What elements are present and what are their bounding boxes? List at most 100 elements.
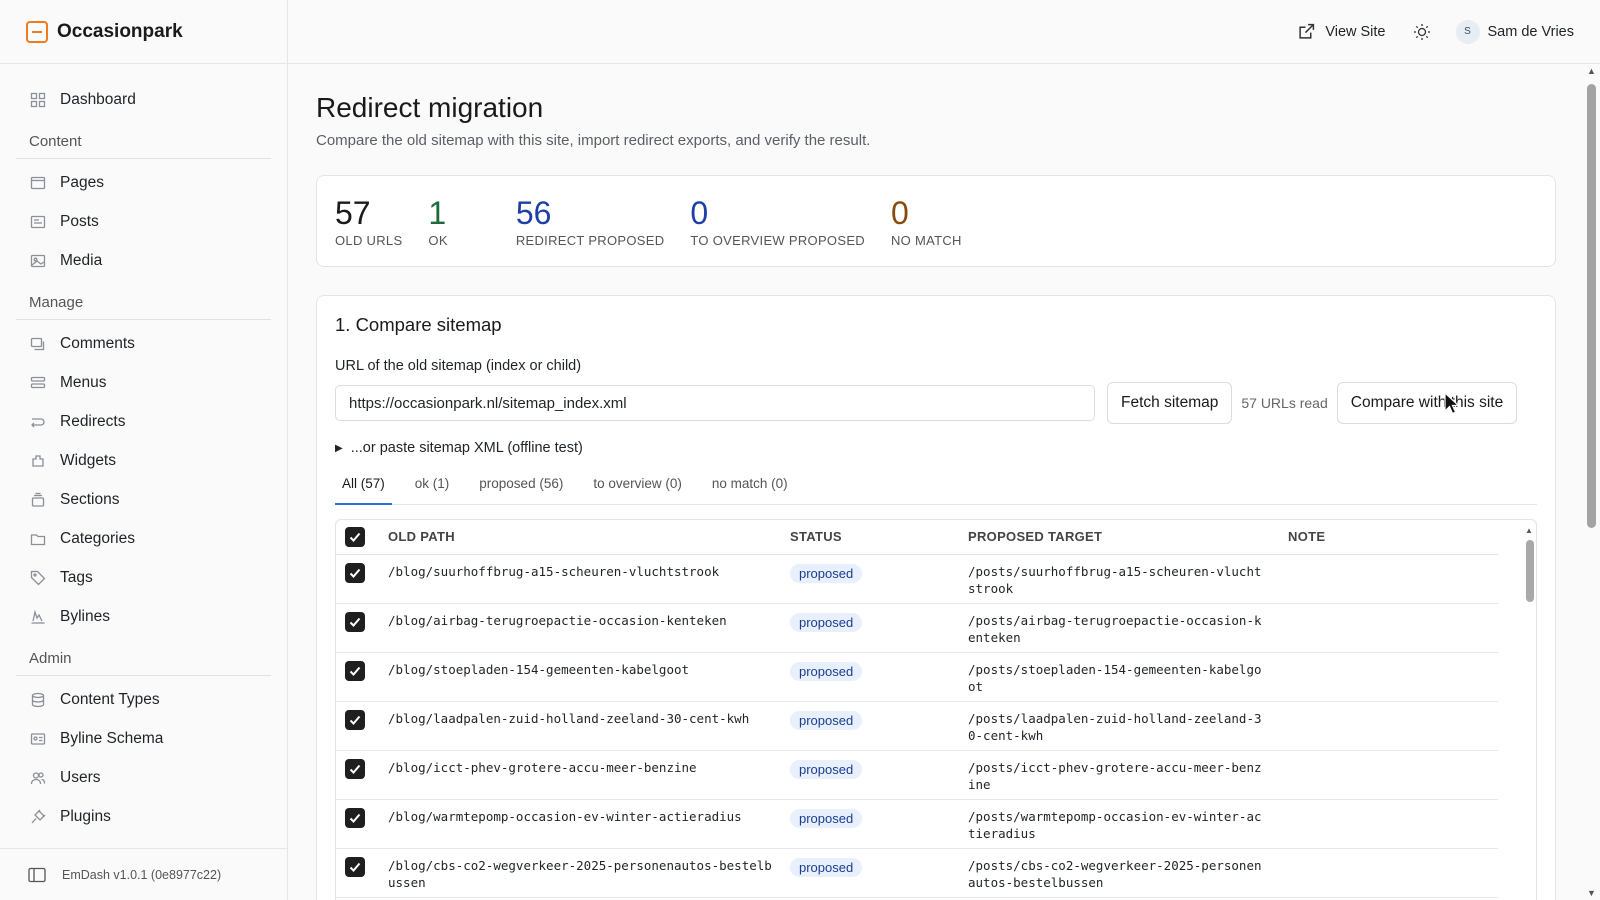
column-header-status[interactable]: STATUS	[790, 520, 968, 555]
stat-no-match: 0 NO MATCH	[891, 195, 962, 248]
page-scrollbar-thumb[interactable]	[1587, 84, 1596, 528]
table-row: /blog/warmtepomp-occasion-ev-winter-acti…	[336, 799, 1498, 849]
tab-proposed[interactable]: proposed (56)	[472, 476, 570, 505]
proposed-target: /posts/stoepladen-154-gemeenten-kabelgoo…	[968, 661, 1262, 694]
nav-section-manage: Manage	[16, 280, 271, 320]
note-cell	[1288, 799, 1498, 849]
select-all-checkbox[interactable]	[345, 526, 365, 547]
sidebar-item-bylines[interactable]: Bylines	[16, 597, 271, 636]
sidebar-item-comments[interactable]: Comments	[16, 324, 271, 363]
old-path: /blog/icct-phev-grotere-accu-meer-benzin…	[388, 759, 697, 775]
brand-name: Occasionpark	[57, 20, 183, 42]
sidebar-item-label: Comments	[60, 334, 135, 352]
row-checkbox[interactable]	[345, 709, 365, 730]
sidebar-item-label: Pages	[60, 173, 104, 191]
row-checkbox[interactable]	[345, 611, 365, 632]
tab-all[interactable]: All (57)	[335, 476, 392, 505]
scroll-up-arrow-icon[interactable]: ▲	[1525, 526, 1533, 535]
status-cell: proposed	[790, 554, 968, 604]
proposed-target: /posts/laadpalen-zuid-holland-zeeland-30…	[968, 710, 1262, 743]
sidebar-item-plugins[interactable]: Plugins	[16, 797, 271, 836]
sidebar-item-categories[interactable]: Categories	[16, 519, 271, 558]
disclosure-triangle-icon: ▶	[335, 442, 343, 454]
old-path: /blog/stoepladen-154-gemeenten-kabelgoot	[388, 661, 690, 677]
sitemap-url-input[interactable]	[335, 385, 1095, 421]
target-cell: /posts/airbag-terugroepactie-occasion-ke…	[968, 603, 1288, 653]
pages-icon	[30, 175, 46, 191]
old-path: /blog/suurhoffbrug-a15-scheuren-vluchtst…	[388, 563, 720, 579]
tab-no-match[interactable]: no match (0)	[705, 476, 795, 505]
column-header-proposed-target[interactable]: PROPOSED TARGET	[968, 520, 1288, 555]
row-select-cell	[336, 848, 388, 898]
table-scrollbar-thumb[interactable]	[1526, 540, 1534, 602]
sidebar-item-pages[interactable]: Pages	[16, 163, 271, 202]
sidebar-item-label: Bylines	[60, 607, 110, 625]
checkmark-icon	[349, 813, 361, 823]
checkmark-icon	[349, 862, 361, 872]
sidebar-item-widgets[interactable]: Widgets	[16, 441, 271, 480]
tab-ok[interactable]: ok (1)	[408, 476, 457, 505]
checkmark-icon	[349, 532, 361, 542]
categories-icon	[30, 531, 46, 547]
note-cell	[1288, 554, 1498, 604]
sidebar-item-dashboard[interactable]: Dashboard	[16, 80, 271, 119]
table-scrollbar[interactable]: ▲	[1524, 526, 1534, 900]
row-checkbox[interactable]	[345, 807, 365, 828]
scroll-down-arrow-icon[interactable]: ▼	[1587, 888, 1596, 898]
row-checkbox[interactable]	[345, 660, 365, 681]
target-cell: /posts/icct-phev-grotere-accu-meer-benzi…	[968, 750, 1288, 800]
sidebar-item-users[interactable]: Users	[16, 758, 271, 797]
target-cell: /posts/laadpalen-zuid-holland-zeeland-30…	[968, 701, 1288, 751]
note-cell	[1288, 848, 1498, 898]
sidebar-toggle-icon[interactable]	[28, 867, 46, 883]
row-checkbox[interactable]	[345, 758, 365, 779]
sidebar-nav: Dashboard Content Pages Posts Media Mana…	[0, 64, 287, 836]
sidebar-item-label: Dashboard	[60, 90, 136, 108]
stat-ok: 1 OK	[428, 195, 447, 248]
sitemap-url-label: URL of the old sitemap (index or child)	[335, 358, 582, 374]
column-header-old-path[interactable]: OLD PATH	[388, 520, 790, 555]
user-name[interactable]: Sam de Vries	[1488, 24, 1575, 40]
status-badge: proposed	[790, 808, 863, 828]
results-table: OLD PATH STATUS PROPOSED TARGET NOTE /bl…	[335, 519, 1537, 900]
checkmark-icon	[349, 666, 361, 676]
sidebar-item-label: Posts	[60, 212, 99, 230]
sidebar-item-label: Users	[60, 768, 101, 786]
sidebar-item-posts[interactable]: Posts	[16, 202, 271, 241]
row-select-cell	[336, 603, 388, 653]
tab-to-overview[interactable]: to overview (0)	[586, 476, 689, 505]
sidebar-item-content-types[interactable]: Content Types	[16, 680, 271, 719]
old-path-cell: /blog/warmtepomp-occasion-ev-winter-acti…	[388, 799, 790, 849]
compare-button[interactable]: Compare with this site	[1336, 382, 1518, 424]
external-link-icon	[1299, 23, 1315, 39]
status-badge: proposed	[790, 857, 863, 877]
stat-label: TO OVERVIEW PROPOSED	[690, 232, 865, 248]
sidebar-item-media[interactable]: Media	[16, 241, 271, 280]
sidebar-item-redirects[interactable]: Redirects	[16, 402, 271, 441]
sidebar-item-sections[interactable]: Sections	[16, 480, 271, 519]
stat-value: 1	[428, 194, 447, 231]
proposed-target: /posts/cbs-co2-wegverkeer-2025-personena…	[968, 857, 1262, 890]
row-checkbox[interactable]	[345, 856, 365, 877]
menus-icon	[30, 375, 46, 391]
stat-old-urls: 57 OLD URLS	[335, 195, 402, 248]
column-header-note[interactable]: NOTE	[1288, 520, 1498, 555]
fetch-sitemap-button[interactable]: Fetch sitemap	[1107, 382, 1233, 424]
sidebar-item-byline-schema[interactable]: Byline Schema	[16, 719, 271, 758]
avatar[interactable]: S	[1455, 19, 1480, 44]
view-site-link[interactable]: View Site	[1298, 23, 1386, 40]
target-cell: /posts/suurhoffbrug-a15-scheuren-vluchts…	[968, 554, 1288, 604]
sidebar-item-tags[interactable]: Tags	[16, 558, 271, 597]
page-scrollbar[interactable]: ▲ ▼	[1584, 64, 1600, 900]
scroll-up-arrow-icon[interactable]: ▲	[1587, 66, 1596, 76]
row-checkbox[interactable]	[345, 562, 365, 583]
page-title: Redirect migration	[316, 92, 544, 123]
page-subtitle: Compare the old sitemap with this site, …	[316, 132, 871, 149]
theme-toggle-button[interactable]	[1412, 22, 1432, 42]
brand-logo-icon	[26, 20, 48, 43]
sidebar-item-menus[interactable]: Menus	[16, 363, 271, 402]
sidebar-footer: EmDash v1.0.1 (0e8977c22)	[0, 848, 287, 900]
paste-xml-toggle[interactable]: ▶ ...or paste sitemap XML (offline test)	[335, 440, 1537, 456]
dashboard-icon	[30, 92, 46, 108]
brand[interactable]: Occasionpark	[0, 0, 287, 64]
